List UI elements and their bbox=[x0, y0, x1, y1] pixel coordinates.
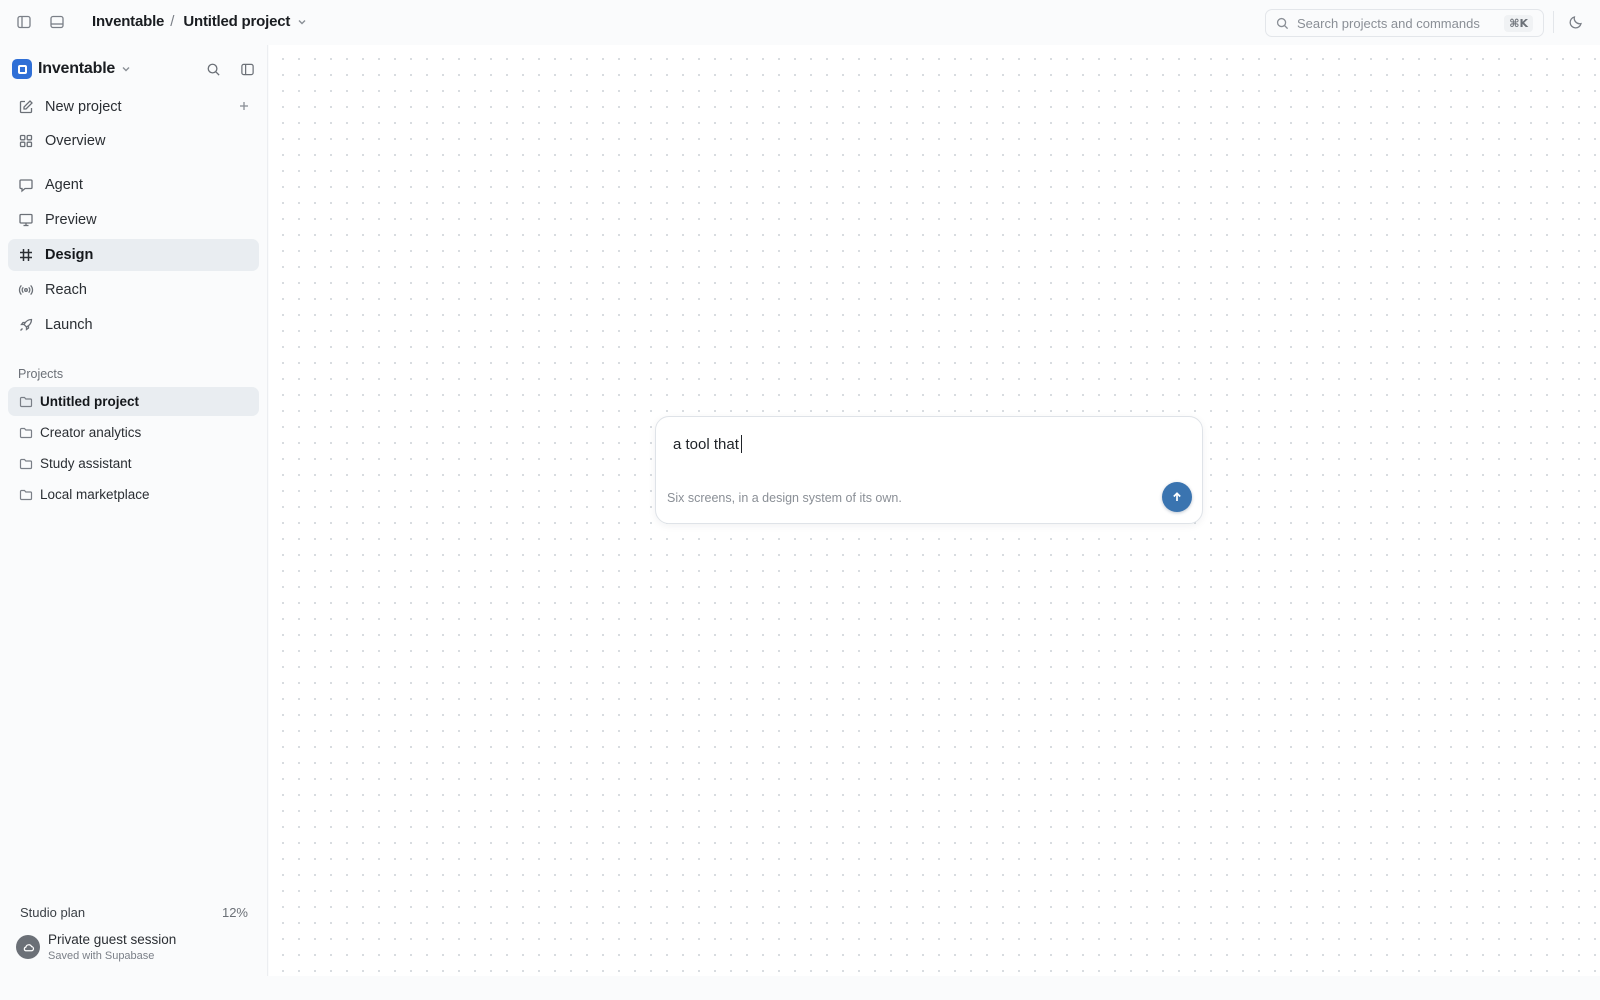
logo-icon bbox=[12, 59, 32, 79]
folder-icon bbox=[19, 457, 33, 471]
project-switcher[interactable]: Untitled project bbox=[183, 13, 308, 30]
grid-icon bbox=[18, 133, 34, 149]
plan-usage: Studio plan 12% bbox=[20, 905, 248, 920]
folder-icon bbox=[19, 426, 33, 440]
breadcrumb-app[interactable]: Inventable bbox=[92, 13, 164, 30]
collapse-sidebar-icon[interactable] bbox=[236, 58, 258, 80]
session-title: Private guest session bbox=[48, 932, 177, 947]
nav-design[interactable]: Design bbox=[8, 239, 259, 271]
prompt-hint: Six screens, in a design system of its o… bbox=[667, 491, 902, 505]
nav-agent[interactable]: Agent bbox=[8, 169, 259, 201]
arrow-up-icon bbox=[1173, 492, 1181, 501]
hash-icon bbox=[18, 247, 34, 263]
workspace-switcher[interactable]: Inventable bbox=[12, 59, 132, 79]
nav-label: Preview bbox=[45, 212, 97, 228]
nav-overview[interactable]: Overview bbox=[8, 125, 259, 157]
monitor-icon bbox=[18, 212, 34, 228]
project-label: Local marketplace bbox=[40, 487, 150, 502]
session-card[interactable]: Private guest session Saved with Supabas… bbox=[16, 932, 176, 962]
command-search[interactable]: ⌘K bbox=[1265, 9, 1544, 37]
plan-label: Studio plan bbox=[20, 905, 86, 920]
plus-icon[interactable] bbox=[237, 99, 251, 113]
project-item[interactable]: Untitled project bbox=[8, 387, 259, 416]
project-item[interactable]: Creator analytics bbox=[8, 418, 259, 447]
broadcast-icon bbox=[18, 282, 34, 298]
divider bbox=[1553, 11, 1554, 33]
shortcut-badge: ⌘K bbox=[1504, 14, 1533, 32]
breadcrumb-separator: / bbox=[170, 13, 175, 30]
plan-percent: 12% bbox=[221, 905, 248, 920]
search-icon[interactable] bbox=[202, 58, 224, 80]
projects-heading: Projects bbox=[18, 367, 64, 381]
chevron-down-icon bbox=[122, 67, 130, 72]
new-project-icon bbox=[18, 99, 34, 115]
chevron-down-icon bbox=[298, 19, 306, 24]
nav-label: Reach bbox=[45, 282, 87, 298]
design-canvas[interactable]: a tool that Six screens, in a design sys… bbox=[269, 45, 1600, 976]
toggle-sidebar-icon[interactable] bbox=[14, 12, 34, 32]
rocket-icon bbox=[18, 317, 34, 333]
bottom-strip bbox=[0, 976, 1600, 1000]
nav-reach[interactable]: Reach bbox=[8, 274, 259, 306]
top-bar: Inventable / Untitled project ⌘K bbox=[0, 0, 1600, 45]
nav-preview[interactable]: Preview bbox=[8, 204, 259, 236]
nav-launch[interactable]: Launch bbox=[8, 309, 259, 341]
folder-icon bbox=[19, 488, 33, 502]
nav-label: Design bbox=[45, 247, 94, 263]
folder-icon bbox=[19, 395, 33, 409]
prompt-text: a tool that bbox=[673, 435, 739, 453]
breadcrumb: Inventable / Untitled project bbox=[92, 13, 308, 30]
cloud-icon bbox=[23, 943, 34, 951]
send-button[interactable] bbox=[1162, 482, 1192, 512]
project-item[interactable]: Study assistant bbox=[8, 449, 259, 478]
search-icon bbox=[1276, 17, 1289, 29]
project-label: Study assistant bbox=[40, 456, 132, 471]
nav-label: Overview bbox=[45, 133, 106, 149]
nav-new-project[interactable]: New project bbox=[8, 91, 259, 123]
theme-toggle-icon[interactable] bbox=[1566, 12, 1586, 32]
session-subtitle: Saved with Supabase bbox=[48, 950, 155, 962]
avatar bbox=[16, 935, 40, 959]
prompt-input[interactable]: a tool that bbox=[673, 435, 743, 453]
toggle-panel-icon[interactable] bbox=[47, 12, 67, 32]
chat-icon bbox=[18, 177, 34, 193]
project-label: Creator analytics bbox=[40, 425, 142, 440]
nav-label: New project bbox=[45, 99, 122, 115]
brand-name: Inventable bbox=[38, 60, 116, 77]
breadcrumb-project: Untitled project bbox=[183, 13, 291, 30]
search-input[interactable] bbox=[1297, 15, 1505, 31]
nav-label: Launch bbox=[45, 317, 93, 333]
prompt-card: a tool that Six screens, in a design sys… bbox=[655, 416, 1203, 524]
nav-label: Agent bbox=[45, 177, 83, 193]
text-caret bbox=[740, 435, 743, 453]
project-label: Untitled project bbox=[40, 394, 140, 409]
project-item[interactable]: Local marketplace bbox=[8, 480, 259, 509]
sidebar: Inventable New project Overview Agent Pr… bbox=[0, 45, 268, 976]
